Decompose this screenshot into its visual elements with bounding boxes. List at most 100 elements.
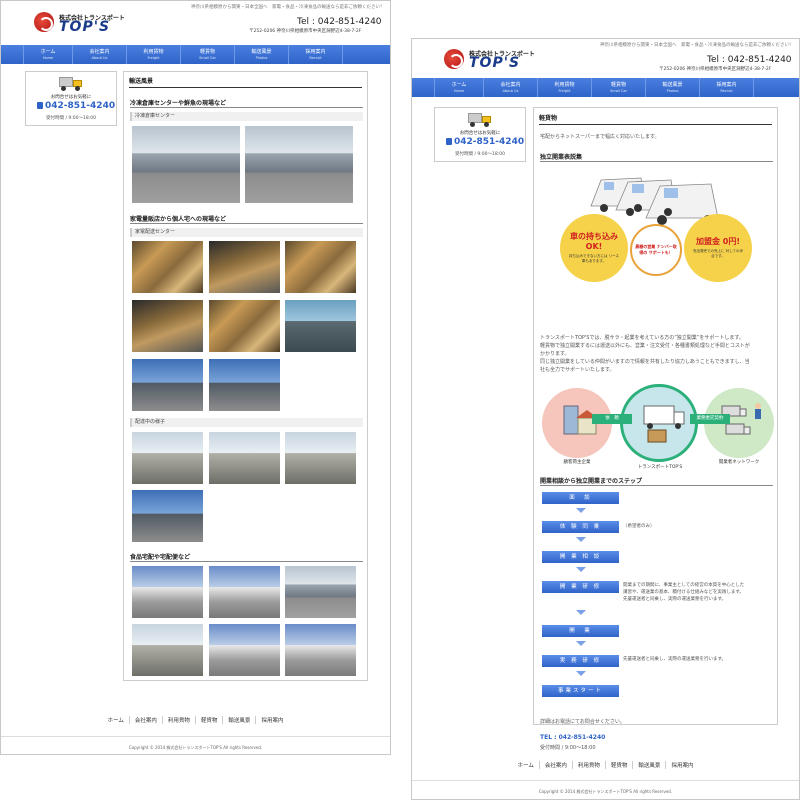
label-tops: トランスポートTOP'S [637,465,683,470]
arrow-request: 依 頼 [592,414,632,424]
nav-about[interactable]: 会社案内 About Us [73,45,127,64]
step-arrow [576,537,586,542]
nav-small-car[interactable]: 軽貨物 Small Car [181,45,235,64]
nav-recruit[interactable]: 採用案内 Recruit [700,78,754,97]
nav-photos[interactable]: 輸送風景 Photos [646,78,700,97]
nav-label: 軽貨物 [199,48,215,55]
section-rule [540,161,773,162]
photo-food-delivery[interactable] [132,566,203,618]
photo-delivery-center[interactable] [209,241,280,293]
promo-graphic: 車の持ち込み OK! 持ち込みできない方には リース車もあります。 黒棚の営業 … [546,166,771,296]
promo-left-small: 持ち込みできない方には リース車もあります。 [569,254,619,263]
sidebar-tel-number: 042-851-4240 [454,137,525,147]
site-header: 神奈川県相模原から関東・日本全国へ 家電・食品・冷凍食品の輸送なら是非ご依頼くだ… [412,39,799,83]
photo-food-delivery[interactable] [209,566,280,618]
photo-delivery-center[interactable] [285,241,356,293]
step-interview: 面 談 [542,492,619,504]
footer-link-home[interactable]: ホーム [103,716,130,724]
photo-delivery-center[interactable] [132,241,203,293]
site-tagline: 神奈川県相模原から関東・日本全国へ 家電・食品・冷凍食品の輸送なら是非ご依頼くだ… [600,43,794,48]
sidebar-hours: 受付時間 / 9:00～18:00 [455,152,505,157]
page-photos: 神奈川県相模原から関東・日本全国へ 家電・食品・冷凍食品の輸送なら是非ご依頼くだ… [0,0,391,755]
desc-line: 社も全力でサポートいたします。 [540,367,615,373]
nav-label: 利用貨物 [143,48,164,55]
logo-icon[interactable] [34,12,54,32]
photo-food-delivery[interactable] [285,624,356,676]
nav-about[interactable]: 会社案内 About Us [484,78,538,97]
nav-sublabel: Recruit [309,55,322,60]
page-title: 輸送風景 [129,78,154,85]
section-heading: 独立開業表説集 [540,154,583,161]
nav-label: ホーム [451,81,467,88]
desc-line: 同じ独立開業をしている仲間がいますので情報を共有したり協力しあうこともできますし… [540,359,750,365]
photo-delivery-center[interactable] [132,300,203,352]
nav-label: 軽貨物 [610,81,626,88]
contact-tel[interactable]: TEL : 042-851-4240 [540,734,605,741]
header-address: 〒252-0206 神奈川県相模原市中央区淵野辺4-38-7-2F [659,67,772,72]
sidebar-contact-box[interactable]: お問合せはお気軽に 042-851-4240 受付時間 / 9:00～18:00 [25,71,117,126]
photo-delivering[interactable] [132,432,203,484]
title-rule [129,87,362,88]
nav-photos[interactable]: 輸送風景 Photos [235,45,289,64]
footer-link-home[interactable]: ホーム [513,761,540,769]
nav-freight[interactable]: 利用貨物 Freight [127,45,181,64]
step-arrow [576,567,586,572]
photo-delivery-center[interactable] [209,300,280,352]
main-content: 輸送風景 冷凍倉庫センターや鮮魚の現場など 冷凍倉庫センター 家電量販店から個人… [123,71,368,681]
sidebar-tel[interactable]: 042-851-4240 [446,137,524,147]
photo-delivering[interactable] [285,432,356,484]
logo-icon[interactable] [444,49,464,69]
photo-delivery-center[interactable] [132,359,203,411]
promo-center: 黒棚の営業 ナンバー取得の サポートも！ [635,244,677,255]
step-consultation: 開 業 相 談 [542,551,619,563]
logo-brand[interactable]: TOP'S [59,19,110,35]
nav-label: 会社案内 [89,48,110,55]
photo-food-delivery[interactable] [132,624,203,676]
photo-warehouse[interactable] [245,126,353,203]
section-rule [130,561,363,562]
footer-link-recruit[interactable]: 採用案内 [666,761,698,769]
footer-link-about[interactable]: 会社案内 [540,761,573,769]
footer-link-small-car[interactable]: 軽貨物 [606,761,634,769]
promo-zero-fee: 加盟金 0円! 売出発売での売上に 対しての歩合です。 [684,214,752,282]
nav-freight[interactable]: 利用貨物 Freight [538,78,592,97]
nav-small-car[interactable]: 軽貨物 Small Car [592,78,646,97]
sidebar-contact-box[interactable]: お問合せはお気軽に 042-851-4240 受付時間 / 9:00～18:00 [434,107,526,162]
nav-label: 利用貨物 [554,81,575,88]
nav-home[interactable]: ホーム Home [434,78,484,97]
footer-link-photos[interactable]: 輸送風景 [223,716,257,724]
nav-label: 会社案内 [500,81,521,88]
footer-link-freight[interactable]: 利用貨物 [573,761,606,769]
photo-delivery-center[interactable] [209,359,280,411]
footer-link-freight[interactable]: 利用貨物 [163,716,196,724]
header-address: 〒252-0206 神奈川県相模原市中央区淵野辺4-38-7-2F [249,29,362,34]
nav-recruit[interactable]: 採用案内 Recruit [289,45,343,64]
main-content: 軽貨物 宅配からネットスーパーまで幅広く対応いたします。 独立開業表説集 車の持… [533,107,778,751]
photo-warehouse[interactable] [132,126,240,203]
main-nav: ホーム Home 会社案内 About Us 利用貨物 Freight 軽貨物 Smal… [412,78,799,97]
photo-delivering[interactable] [132,490,203,542]
relationship-diagram: 依 頼 業務委託契約 顧客荷主企業 トランスポートTOP'S 開業者ネットワーク [540,384,774,470]
contact-hours: 受付時間 / 9:00～18:00 [540,745,596,751]
nav-sublabel: Photos [666,88,679,93]
photo-delivery-center[interactable] [285,300,356,352]
footer-link-recruit[interactable]: 採用案内 [256,716,288,724]
main-nav: ホーム Home 会社案内 About Us 利用貨物 Freight 軽貨物 Smal… [1,45,390,64]
photo-delivering[interactable] [209,432,280,484]
sidebar-tel[interactable]: 042-851-4240 [37,101,115,111]
nav-home[interactable]: ホーム Home [23,45,73,64]
nav-label: 採用案内 [716,81,737,88]
truck-icon [59,77,83,91]
nav-label: 輸送風景 [662,81,683,88]
logo-brand[interactable]: TOP'S [469,55,520,71]
footer-link-photos[interactable]: 輸送風景 [633,761,667,769]
photo-food-delivery[interactable] [209,624,280,676]
footer-link-small-car[interactable]: 軽貨物 [196,716,224,724]
step-note: 開業までの期間に、事業主としての経営の本質を中心とした 講習や、運送業の基本、積… [623,583,745,602]
promo-left-big: 車の持ち込み OK! [570,232,618,251]
footer-link-about[interactable]: 会社案内 [130,716,163,724]
section-heading: 食品宅配や宅配便など [130,554,191,561]
sub-heading: 冷凍倉庫センター [130,112,363,121]
step-arrow [576,641,586,646]
photo-food-delivery[interactable] [285,566,356,618]
